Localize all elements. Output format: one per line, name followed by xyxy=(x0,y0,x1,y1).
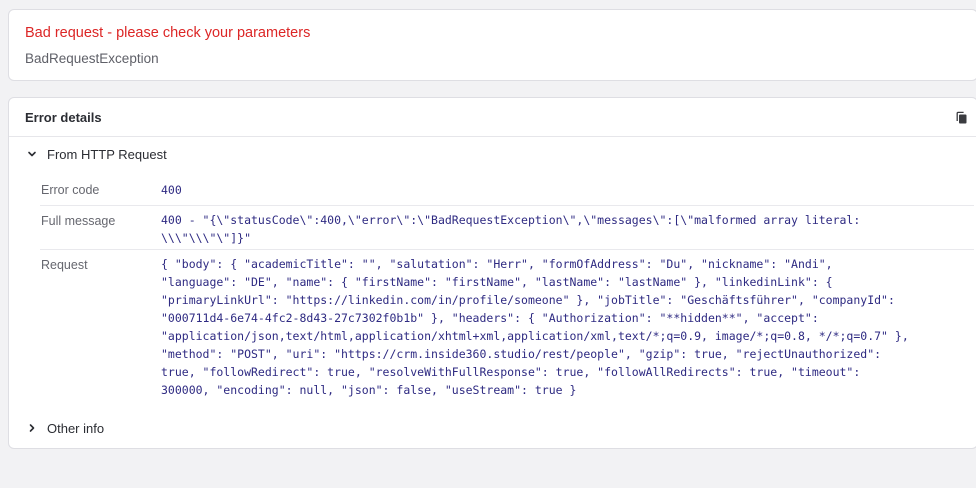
error-code-value: 400 xyxy=(161,183,182,197)
request-value: { "body": { "academicTitle": "", "saluta… xyxy=(161,257,909,397)
other-info-toggle[interactable]: Other info xyxy=(25,421,104,436)
error-details-title: Error details xyxy=(25,110,102,125)
chevron-right-icon xyxy=(29,424,35,432)
chevron-down-icon xyxy=(28,151,36,157)
error-title: Bad request - please check your paramete… xyxy=(25,25,311,41)
full-message-label: Full message xyxy=(41,214,116,228)
full-message-value: 400 - "{\"statusCode\":400,\"error\":\"B… xyxy=(161,213,861,245)
error-card: Bad request - please check your paramete… xyxy=(8,9,976,81)
copy-icon[interactable] xyxy=(955,111,969,125)
detail-row-full-message: Full message 400 - "{\"statusCode\":400,… xyxy=(40,205,974,250)
error-type: BadRequestException xyxy=(25,51,159,66)
error-code-label: Error code xyxy=(41,183,100,197)
error-details-panel: Error details From HTTP Request Error co… xyxy=(8,97,976,449)
section-label-http: From HTTP Request xyxy=(47,147,167,162)
from-http-request-toggle[interactable]: From HTTP Request xyxy=(25,147,167,162)
request-label: Request xyxy=(41,258,88,272)
detail-row-request: Request { "body": { "academicTitle": "",… xyxy=(40,250,974,400)
error-details-header: Error details xyxy=(9,98,976,137)
section-label-other: Other info xyxy=(47,421,105,436)
detail-row-error-code: Error code 400 xyxy=(40,175,974,206)
